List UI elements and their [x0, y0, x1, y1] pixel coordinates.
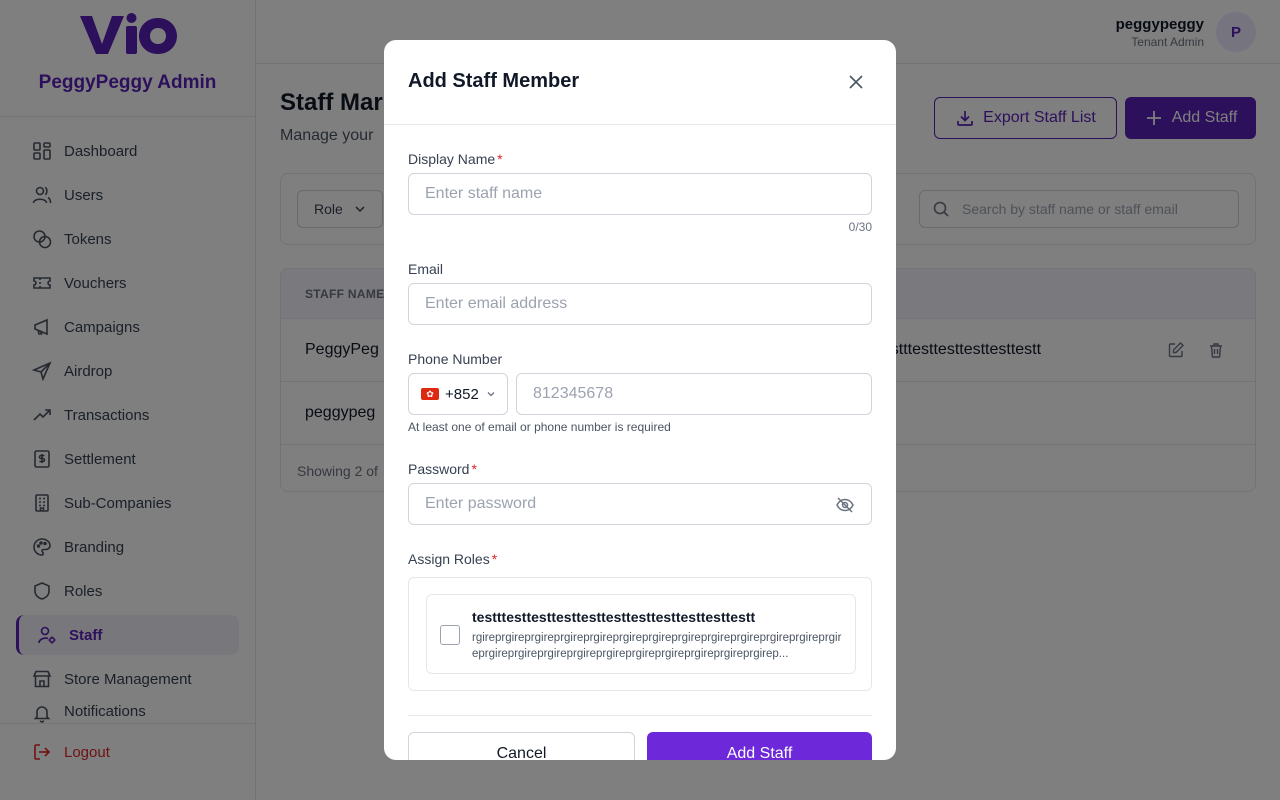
- email-label: Email: [408, 261, 444, 277]
- password-label-text: Password: [408, 461, 470, 477]
- submit-add-staff-button[interactable]: Add Staff: [647, 732, 872, 760]
- display-name-label: Display Name *: [408, 151, 503, 167]
- role-option[interactable]: testttesttesttesttesttesttesttesttesttes…: [426, 594, 856, 674]
- phone-number-input[interactable]: 812345678: [516, 373, 872, 415]
- chevron-down-icon: [487, 392, 495, 397]
- modal-header: Add Staff Member: [384, 40, 896, 125]
- phone-placeholder: 812345678: [533, 385, 614, 402]
- password-field[interactable]: Enter password: [408, 483, 872, 525]
- phone-label: Phone Number: [408, 351, 503, 367]
- password-label: Password *: [408, 461, 477, 477]
- country-code-value: +852: [445, 385, 479, 403]
- modal-footer-divider: [408, 715, 872, 716]
- display-name-label-text: Display Name: [408, 151, 496, 167]
- role-checkbox[interactable]: [440, 625, 460, 645]
- roles-list: testttesttesttesttesttesttesttesttesttes…: [408, 577, 872, 691]
- display-name-counter: 0/30: [848, 220, 872, 234]
- add-staff-modal: Add Staff Member Display Name * Enter sta…: [384, 40, 896, 760]
- cancel-button[interactable]: Cancel: [408, 732, 635, 760]
- close-icon[interactable]: [846, 72, 866, 92]
- display-name-input[interactable]: Enter staff name: [408, 173, 872, 215]
- required-marker: *: [497, 151, 503, 167]
- email-field[interactable]: Enter email address: [408, 283, 872, 325]
- country-code-select[interactable]: ✿ +852: [408, 373, 508, 415]
- contact-hint: At least one of email or phone number is…: [408, 420, 671, 434]
- modal-title: Add Staff Member: [408, 70, 580, 92]
- required-marker: *: [471, 461, 477, 477]
- assign-roles-label-text: Assign Roles: [408, 551, 490, 567]
- email-placeholder: Enter email address: [425, 295, 568, 312]
- assign-roles-label: Assign Roles *: [408, 551, 497, 567]
- role-description: rgireprgireprgireprgireprgireprgireprgir…: [472, 632, 842, 660]
- password-placeholder: Enter password: [425, 495, 537, 512]
- eye-off-icon[interactable]: [835, 495, 855, 515]
- role-name: testttesttesttesttesttesttesttesttesttes…: [472, 609, 756, 625]
- hong-kong-flag-icon: ✿: [421, 388, 439, 400]
- display-name-placeholder: Enter staff name: [425, 185, 543, 202]
- required-marker: *: [491, 551, 498, 567]
